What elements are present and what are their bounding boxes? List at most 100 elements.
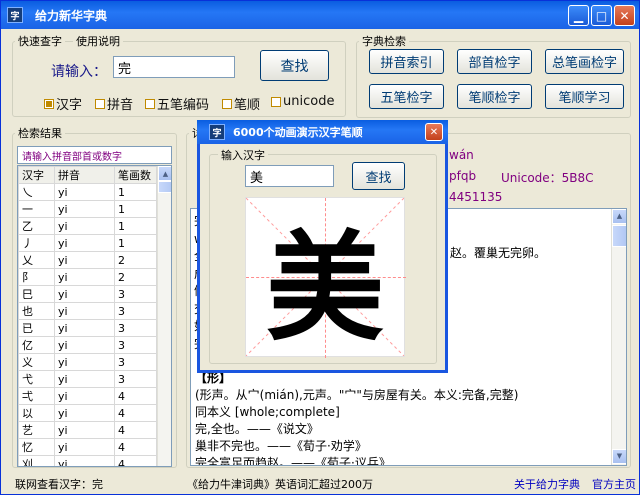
table-row[interactable]: 已 yi 3 [18,319,157,337]
table-row[interactable]: 亿 yi 3 [18,336,157,354]
search-input[interactable]: 完 [113,56,235,78]
maximize-button[interactable]: □ [591,5,612,26]
dialog-title: 6000个动画演示汉字笔顺 [233,126,363,139]
cell-strokes: 3 [114,285,157,303]
cell-strokes: 4 [114,438,157,456]
pinyin-index-button[interactable]: 拼音索引 [369,49,444,74]
results-filter-input[interactable]: 请输入拼音部首或数字 [17,146,172,164]
status-bar: 联网查看汉字：完 《给力牛津词典》英语词汇超过200万 关于给力字典 官方主页 [1,471,639,495]
cell-hanzi: 忆 [18,438,55,456]
cell-hanzi: 乂 [18,251,55,269]
about-link[interactable]: 关于给力字典 [514,476,580,492]
code-value: 4451135 [449,190,503,204]
col-pinyin[interactable]: 拼音 [54,166,115,184]
table-row[interactable]: 丿 yi 1 [18,234,157,252]
cell-pinyin: yi [54,183,115,201]
dialog-search-button[interactable]: 查找 [352,162,405,190]
tab-usage-help[interactable]: 使用说明 [73,33,123,49]
app-icon: 字 [7,7,23,23]
table-row[interactable]: 弌 yi 4 [18,387,157,405]
search-button[interactable]: 查找 [260,50,329,81]
table-row[interactable]: 弋 yi 3 [18,370,157,388]
search-label: 请输入： [51,64,107,80]
cell-hanzi: 已 [18,319,55,337]
stroke-order-learn-button[interactable]: 笔顺学习 [545,84,624,109]
dialog-app-icon: 字 [209,124,225,140]
cell-pinyin: yi [54,319,115,337]
table-row[interactable]: 阝 yi 2 [18,268,157,286]
radical-index-button[interactable]: 部首检字 [457,49,532,74]
table-row[interactable]: 乂 yi 2 [18,251,157,269]
scroll-up-icon[interactable]: ▲ [158,166,171,181]
cell-pinyin: yi [54,234,115,252]
table-row[interactable]: 乀 yi 1 [18,183,157,201]
definition-scrollbar[interactable]: ▲ ▼ [611,209,626,465]
cell-strokes: 3 [114,353,157,371]
table-row[interactable]: 艺 yi 4 [18,421,157,439]
cell-pinyin: yi [54,302,115,320]
close-button[interactable]: ✕ [614,5,635,26]
cell-hanzi: 弌 [18,387,55,405]
cell-strokes: 3 [114,336,157,354]
definition-line: 巢非不完也。——《荀子·劝学》 [195,439,367,453]
title-bar: 字 给力新华字典 ▁ □ ✕ [1,1,639,29]
cell-pinyin: yi [54,268,115,286]
scroll-down-icon[interactable]: ▼ [612,449,626,464]
cell-pinyin: yi [54,404,115,422]
cell-hanzi: 一 [18,200,55,218]
minimize-button[interactable]: ▁ [568,5,589,26]
cell-strokes: 3 [114,302,157,320]
cell-pinyin: yi [54,455,115,466]
cell-pinyin: yi [54,251,115,269]
home-link[interactable]: 官方主页 [592,476,636,492]
option-wubi[interactable]: 五笔编码 [145,94,209,113]
definition-line: 同本义 [whole;complete] [195,405,340,419]
cell-hanzi: 乙 [18,217,55,235]
scroll-thumb[interactable] [612,225,626,247]
col-strokes[interactable]: 笔画数 [114,166,157,184]
status-promo: 《给力牛津词典》英语词汇超过200万 [187,478,373,491]
cell-pinyin: yi [54,438,115,456]
cell-strokes: 1 [114,234,157,252]
cell-strokes: 2 [114,268,157,286]
cell-pinyin: yi [54,217,115,235]
cell-hanzi: 亿 [18,336,55,354]
definition-line: (形声。从宀(mián),元声。"宀"与房屋有关。本义:完备,完整) [195,388,519,402]
table-row[interactable]: 忆 yi 4 [18,438,157,456]
cell-strokes: 1 [114,200,157,218]
table-row[interactable]: 也 yi 3 [18,302,157,320]
cell-strokes: 1 [114,217,157,235]
unicode-value: Unicode：5B8C [501,171,594,185]
cell-hanzi: 艺 [18,421,55,439]
cell-pinyin: yi [54,200,115,218]
definition-fragment: 赵。覆巢无完卵。 [450,246,547,260]
tab-quick-search[interactable]: 快速查字 [15,33,65,49]
wubi-index-button[interactable]: 五笔检字 [369,84,444,109]
option-pinyin[interactable]: 拼音 [95,94,133,113]
table-row[interactable]: 一 yi 1 [18,200,157,218]
cell-pinyin: yi [54,285,115,303]
status-online-lookup: 联网查看汉字：完 [15,478,103,491]
table-row[interactable]: 乙 yi 1 [18,217,157,235]
cell-strokes: 3 [114,370,157,388]
scroll-up-icon[interactable]: ▲ [612,209,626,224]
checkbox-icon [95,98,105,109]
table-row[interactable]: 刈 yi 4 [18,455,157,466]
checkbox-icon [222,98,232,109]
scroll-thumb[interactable] [158,181,171,193]
option-hanzi[interactable]: 汉字 [44,94,82,113]
option-unicode[interactable]: unicode [271,94,334,109]
stroke-count-index-button[interactable]: 总笔画检字 [545,49,624,74]
stroke-order-index-button[interactable]: 笔顺检字 [457,84,532,109]
dialog-char-input[interactable]: 美 [245,165,334,187]
table-row[interactable]: 以 yi 4 [18,404,157,422]
dialog-close-button[interactable]: ✕ [425,123,443,141]
table-row[interactable]: 巳 yi 3 [18,285,157,303]
cell-pinyin: yi [54,370,115,388]
option-bishun[interactable]: 笔顺 [222,94,260,113]
stroke-order-dialog: 字 6000个动画演示汉字笔顺 ✕ 输入汉字 美 查找 美 [197,120,448,373]
table-row[interactable]: 义 yi 3 [18,353,157,371]
results-scrollbar[interactable]: ▲ [157,166,171,466]
dialog-group-label: 输入汉字 [218,147,268,163]
col-hanzi[interactable]: 汉字 [18,166,55,184]
